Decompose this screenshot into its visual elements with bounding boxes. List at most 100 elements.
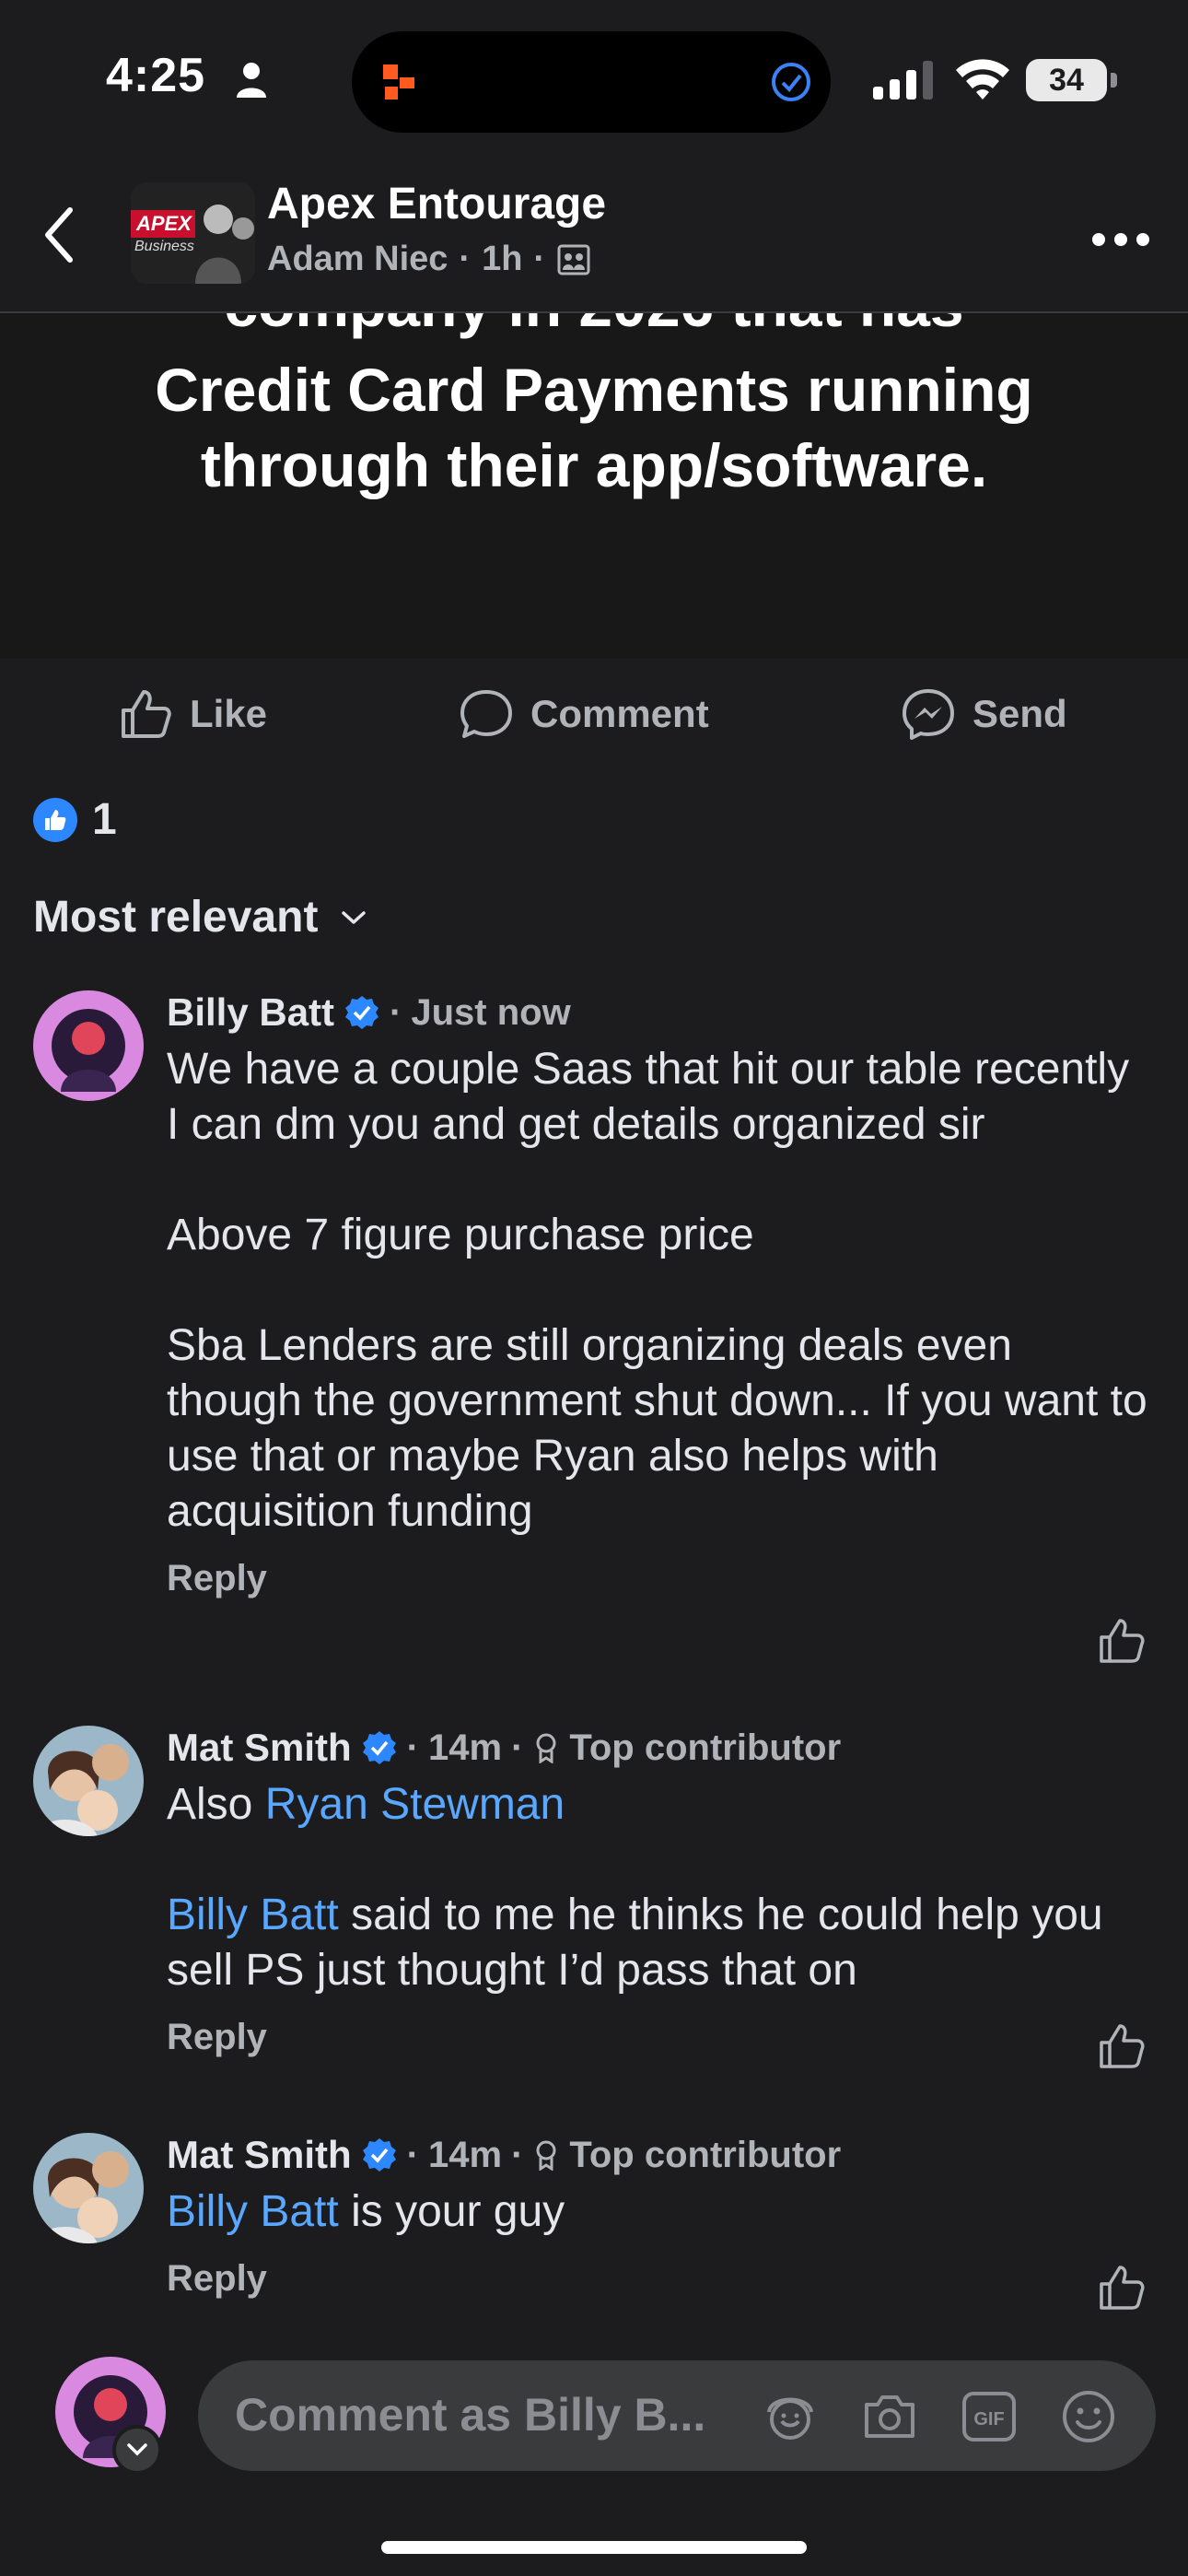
comment-body: Mat Smith · 14m · Top contributor Billy … [167,2133,1151,2300]
top-contributor-badge: Top contributor [569,2134,842,2175]
avatar[interactable] [33,2133,144,2243]
comment-like-icon[interactable] [1098,2264,1146,2312]
avatar-image [33,1726,144,1836]
messenger-icon [903,689,954,740]
post-image-line-2: through their app/software. [200,431,988,499]
avatar[interactable] [33,1726,144,1836]
like-reaction-icon [33,797,77,842]
comment-text-pre: Also [167,1780,265,1829]
dot-separator: · [406,1727,419,1768]
verified-badge-icon [362,2138,396,2172]
comment-body: Mat Smith · 14m · Top contributor Also R… [167,1726,1151,2058]
reply-button[interactable]: Reply [167,2258,1151,2300]
comment-text: We have a couple Saas that hit our table… [167,1045,1147,1536]
mention-link[interactable]: Ryan Stewman [265,1780,565,1829]
comment-like-icon[interactable] [1098,2022,1146,2070]
battery-tip [1111,73,1117,88]
post-image[interactable]: company in 2026 that has Credit Card Pay… [0,313,1188,659]
more-options-icon[interactable] [1091,230,1150,249]
group-name[interactable]: Apex Entourage [267,179,606,229]
cellular-signal-icon [873,61,933,100]
comment-time: 14m [428,1727,503,1768]
chevron-down-icon [127,2443,147,2456]
avatar[interactable] [33,990,144,1101]
dot-separator: · [533,240,546,278]
send-button[interactable]: Send [901,686,1067,742]
dot-separator: · [511,1727,524,1768]
battery-indicator: 34 [1026,59,1118,101]
mention-link[interactable]: Billy Batt [167,2187,339,2236]
dot-separator: · [459,240,472,278]
status-bar: 4:25 34 [0,0,1188,157]
comment-meta: Mat Smith · 14m · Top contributor [167,1726,1151,1770]
post-time: 1h [482,240,523,278]
wifi-icon [956,59,1009,100]
reply-button[interactable]: Reply [167,2017,1151,2058]
reaction-summary[interactable]: 1 [33,794,117,845]
verified-badge-icon [362,1731,396,1764]
post-action-bar: Like Comment Send [0,659,1188,769]
commenter-name[interactable]: Mat Smith [167,2133,352,2177]
post-byline: Adam Niec · 1h · [267,240,591,279]
app-activity-icon [383,64,414,100]
avatar-sticker-icon[interactable] [760,2386,821,2447]
comment-bubble-icon [460,690,512,738]
comment-time: Just now [411,991,571,1033]
comment-button[interactable]: Comment [459,686,709,742]
reaction-count: 1 [92,795,117,844]
battery-level: 34 [1026,59,1107,101]
comment-body: Billy Batt · Just now We have a couple S… [167,990,1151,1599]
award-icon [536,2140,556,2171]
comment-meta: Billy Batt · Just now [167,990,1151,1035]
camera-icon[interactable] [859,2386,920,2447]
home-indicator[interactable] [381,2541,807,2554]
comment-label: Comment [530,692,709,735]
dynamic-island[interactable] [352,31,831,133]
award-icon [536,1733,556,1763]
top-contributor-badge: Top contributor [569,1727,842,1768]
post-image-text: Credit Card Payments running through the… [0,352,1188,503]
svg-text:GIF: GIF [973,2409,1004,2430]
comment-like-icon[interactable] [1098,1617,1146,1665]
comment-input-placeholder: Comment as Billy B... [235,2389,706,2441]
thumb-text-1: APEX [135,212,192,235]
chevron-down-icon [342,910,367,924]
commenter-name[interactable]: Billy Batt [167,990,334,1035]
comment-text: Billy Batt is your guy [167,2184,1151,2240]
dot-separator: · [406,2134,419,2175]
status-time: 4:25 [106,49,206,102]
post-image-text-cut: company in 2026 that has [0,313,1188,343]
avatar-image [33,2133,144,2243]
comment-time: 14m [428,2134,503,2175]
comment-meta: Mat Smith · 14m · Top contributor [167,2133,1151,2177]
profile-switch-button[interactable] [112,2425,162,2475]
reply-button[interactable]: Reply [167,1558,1151,1599]
post-header: APEX Business Apex Entourage Adam Niec ·… [0,157,1188,313]
check-circle-icon [772,63,810,101]
emoji-icon[interactable] [1058,2386,1119,2447]
dot-separator: · [390,991,402,1033]
group-logo-image: APEX Business [131,182,255,284]
like-button[interactable]: Like [118,686,267,742]
mention-link[interactable]: Billy Batt [167,1891,339,1939]
avatar-image [33,990,144,1101]
person-icon [237,63,266,98]
group-audience-icon [557,244,590,275]
like-label: Like [190,692,268,735]
comment-composer: Comment as Billy B... GIF [0,2340,1188,2488]
back-chevron-icon[interactable] [37,203,83,267]
thumb-text-2: Business [134,239,194,254]
thumbs-up-icon [122,690,171,738]
commenter-name[interactable]: Mat Smith [167,1726,352,1770]
comment-text: Also Ryan Stewman Billy Batt said to me … [167,1777,1151,1998]
post-image-line-1: Credit Card Payments running [155,356,1033,424]
group-thumbnail[interactable]: APEX Business [131,182,255,284]
send-label: Send [973,692,1067,735]
comment-sort-dropdown[interactable]: Most relevant [33,892,367,943]
comment-text-post: is your guy [338,2187,565,2236]
gif-icon[interactable]: GIF [959,2386,1019,2447]
sort-label: Most relevant [33,893,319,942]
comment-input[interactable]: Comment as Billy B... GIF [198,2360,1156,2471]
author-name[interactable]: Adam Niec [267,240,448,279]
verified-badge-icon [345,996,379,1029]
